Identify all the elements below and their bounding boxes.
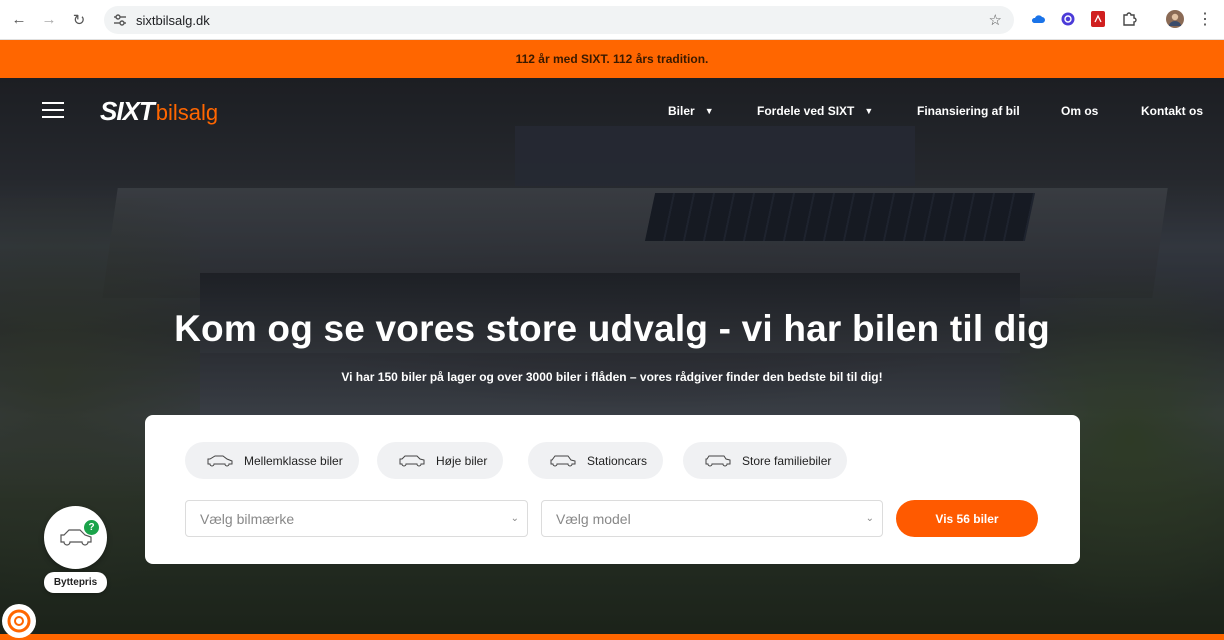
- address-bar[interactable]: sixtbilsalg.dk ☆: [104, 6, 1014, 34]
- chevron-down-icon: ▼: [704, 106, 714, 116]
- logo-bilsalg: bilsalg: [155, 100, 219, 125]
- chevron-down-icon: ▼: [864, 106, 874, 116]
- chip-familie-label: Store familiebiler: [742, 453, 832, 468]
- brand-select[interactable]: Vælg bilmærke ⌄: [185, 500, 528, 537]
- trade-in-label[interactable]: Byttepris: [44, 572, 107, 593]
- chip-hoje[interactable]: Høje biler: [377, 442, 504, 479]
- chip-familie[interactable]: Store familiebiler: [683, 442, 848, 479]
- search-card: Mellemklasse biler Høje biler Stationcar…: [145, 415, 1080, 564]
- chip-mellemklasse-label: Mellemklasse biler: [244, 453, 343, 468]
- chip-mellemklasse[interactable]: Mellemklasse biler: [185, 442, 359, 479]
- logo-sixt: SIXT: [100, 96, 155, 126]
- url-text: sixtbilsalg.dk: [136, 12, 210, 28]
- hero-title: Kom og se vores store udvalg - vi har bi…: [174, 308, 1050, 349]
- sedan-car-icon: [207, 455, 233, 466]
- stationcar-icon: [550, 455, 576, 466]
- sixt-bilsalg-logo[interactable]: SIXT bilsalg: [100, 96, 219, 126]
- nav-kontakt[interactable]: Kontakt os: [1141, 102, 1203, 120]
- chevron-down-icon: ⌄: [865, 513, 874, 524]
- nav-fordele-label: Fordele ved SIXT: [757, 104, 855, 118]
- nav-finansiering-label: Finansiering af bil: [917, 104, 1020, 118]
- cloud-icon[interactable]: [1029, 10, 1047, 28]
- hero-bottom-accent: [0, 634, 1224, 640]
- forward-icon[interactable]: →: [38, 9, 60, 31]
- nav-biler[interactable]: Biler ▼: [668, 102, 714, 120]
- show-cars-label: Vis 56 biler: [935, 511, 999, 526]
- help-lifebuoy-icon[interactable]: [2, 604, 36, 638]
- hero-section: SIXT bilsalg Biler ▼ Fordele ved SIXT ▼ …: [0, 78, 1224, 640]
- nav-biler-label: Biler: [668, 104, 695, 118]
- hamburger-menu-icon[interactable]: [42, 102, 64, 118]
- puzzle-icon[interactable]: [1120, 10, 1138, 28]
- profile-avatar[interactable]: [1166, 10, 1184, 28]
- chip-stationcars[interactable]: Stationcars: [528, 442, 664, 479]
- site-settings-icon[interactable]: [112, 12, 128, 28]
- nav-om-os[interactable]: Om os: [1061, 102, 1098, 120]
- chevron-down-icon: ⌄: [510, 513, 519, 524]
- promo-banner: 112 år med SIXT. 112 års tradition.: [0, 40, 1224, 78]
- trade-in-widget[interactable]: ?: [44, 506, 107, 569]
- browser-toolbar: ← → ↻ sixtbilsalg.dk ☆ ⋮: [0, 0, 1224, 40]
- promo-text: 112 år med SIXT. 112 års tradition.: [515, 52, 709, 66]
- nav-fordele[interactable]: Fordele ved SIXT ▼: [757, 102, 873, 120]
- pdf-icon[interactable]: [1089, 10, 1107, 28]
- nav-kontakt-label: Kontakt os: [1141, 104, 1204, 118]
- chip-stationcars-label: Stationcars: [587, 453, 648, 468]
- chip-hoje-label: Høje biler: [436, 453, 488, 468]
- model-select[interactable]: Vælg model ⌄: [541, 500, 883, 537]
- question-badge-icon: ?: [84, 520, 99, 535]
- extension-icon[interactable]: [1059, 10, 1077, 28]
- family-car-icon: [705, 455, 731, 466]
- brand-select-value: Vælg bilmærke: [200, 510, 295, 527]
- nav-om-os-label: Om os: [1061, 104, 1099, 118]
- reload-icon[interactable]: ↻: [68, 9, 90, 31]
- nav-finansiering[interactable]: Finansiering af bil: [917, 102, 1020, 120]
- back-icon[interactable]: ←: [8, 9, 30, 31]
- hero-subtitle: Vi har 150 biler på lager og over 3000 b…: [341, 370, 883, 384]
- model-select-value: Vælg model: [556, 510, 631, 527]
- menu-kebab-icon[interactable]: ⋮: [1196, 10, 1214, 28]
- show-cars-button[interactable]: Vis 56 biler: [896, 500, 1038, 537]
- bookmark-star-icon[interactable]: ☆: [989, 11, 1002, 29]
- suv-car-icon: [399, 455, 425, 466]
